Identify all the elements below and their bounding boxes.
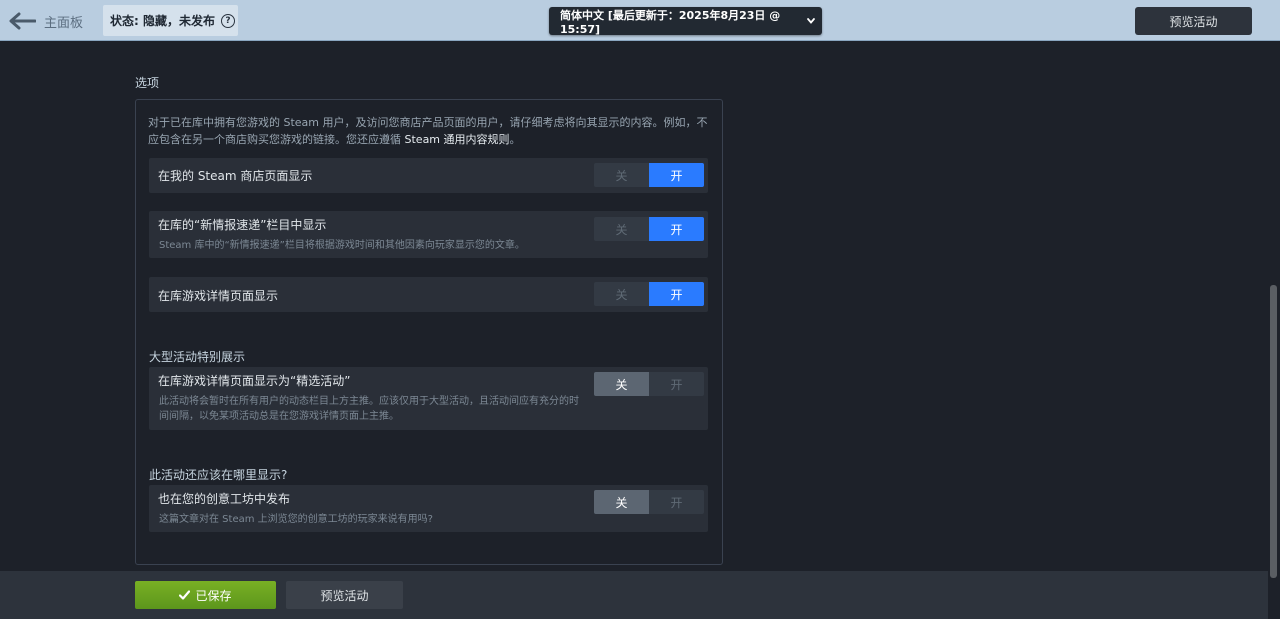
section-title-options: 选项 — [135, 76, 160, 90]
preview-event-button-bottom[interactable]: 预览活动 — [286, 581, 403, 609]
subhead-major-events: 大型活动特别展示 — [149, 350, 246, 364]
option-row-whats-new: 在库的“新情报速递”栏目中显示 Steam 库中的“新情报速递”栏目将根据游戏时… — [149, 211, 708, 258]
option-row-featured-event: 在库游戏详情页面显示为“精选活动” 此活动将会暂时在所有用户的动态栏目上方主推。… — [149, 367, 708, 430]
option-description: Steam 库中的“新情报速递”栏目将根据游戏时间和其他因素向玩家显示您的文章。 — [159, 240, 525, 251]
top-bar: 主面板 状态: 隐藏，未发布 ? 简体中文 [最后更新于：2025年8月23日 … — [0, 0, 1280, 41]
toggle-store-page[interactable]: 关 开 — [594, 163, 704, 187]
back-label: 主面板 — [44, 15, 84, 31]
toggle-off-option[interactable]: 关 — [594, 163, 649, 187]
toggle-off-option[interactable]: 关 — [594, 372, 649, 396]
option-row-workshop: 也在您的创意工坊中发布 这篇文章对在 Steam 上浏览您的创意工坊的玩家来说有… — [149, 485, 708, 532]
toggle-on-option[interactable]: 开 — [649, 163, 704, 187]
option-title: 在库游戏详情页面显示 — [158, 289, 279, 303]
status-badge: 状态: 隐藏，未发布 ? — [103, 5, 238, 36]
toggle-on-option[interactable]: 开 — [649, 217, 704, 241]
back-to-dashboard-link[interactable]: 主面板 — [8, 9, 83, 33]
option-description: 这篇文章对在 Steam 上浏览您的创意工坊的玩家来说有用吗? — [159, 514, 433, 525]
language-select-value: 简体中文 [最后更新于：2025年8月23日 @ 15:57] — [560, 8, 781, 36]
status-label: 状态: 隐藏，未发布 — [110, 14, 215, 28]
help-icon[interactable]: ? — [220, 13, 235, 28]
option-title: 也在您的创意工坊中发布 — [158, 492, 291, 506]
preview-event-button-top[interactable]: 预览活动 — [1135, 7, 1252, 35]
intro-text: 对于已在库中拥有您游戏的 Steam 用户，及访问您商店产品页面的用户，请仔细考… — [148, 114, 713, 148]
language-select[interactable]: 简体中文 [最后更新于：2025年8月23日 @ 15:57] — [549, 7, 822, 36]
toggle-featured-event[interactable]: 关 开 — [594, 372, 704, 396]
option-title: 在库的“新情报速递”栏目中显示 — [158, 218, 327, 232]
saved-label: 已保存 — [195, 588, 232, 603]
toggle-whats-new[interactable]: 关 开 — [594, 217, 704, 241]
subhead-where-else: 此活动还应该在哪里显示? — [149, 468, 288, 482]
option-row-store-page: 在我的 Steam 商店页面显示 关 开 — [149, 158, 708, 193]
content-rules-link[interactable]: Steam 通用内容规则 — [405, 133, 510, 146]
scrollbar-thumb[interactable] — [1270, 285, 1277, 578]
arrow-left-icon — [9, 12, 36, 30]
toggle-library-details[interactable]: 关 开 — [594, 282, 704, 306]
toggle-workshop[interactable]: 关 开 — [594, 490, 704, 514]
option-description: 此活动将会暂时在所有用户的动态栏目上方主推。应该仅用于大型活动，且活动间应有充分… — [159, 396, 579, 422]
chevron-down-icon — [807, 18, 815, 24]
checkmark-icon — [179, 590, 191, 600]
toggle-off-option[interactable]: 关 — [594, 282, 649, 306]
option-title: 在我的 Steam 商店页面显示 — [158, 169, 313, 183]
toggle-on-option[interactable]: 开 — [649, 490, 704, 514]
option-row-library-details: 在库游戏详情页面显示 关 开 — [149, 277, 708, 312]
toggle-on-option[interactable]: 开 — [649, 372, 704, 396]
option-title: 在库游戏详情页面显示为“精选活动” — [158, 374, 351, 388]
toggle-on-option[interactable]: 开 — [649, 282, 704, 306]
toggle-off-option[interactable]: 关 — [594, 217, 649, 241]
saved-button[interactable]: 已保存 — [135, 581, 276, 609]
toggle-off-option[interactable]: 关 — [594, 490, 649, 514]
intro-text-part2: 。 — [509, 133, 521, 146]
